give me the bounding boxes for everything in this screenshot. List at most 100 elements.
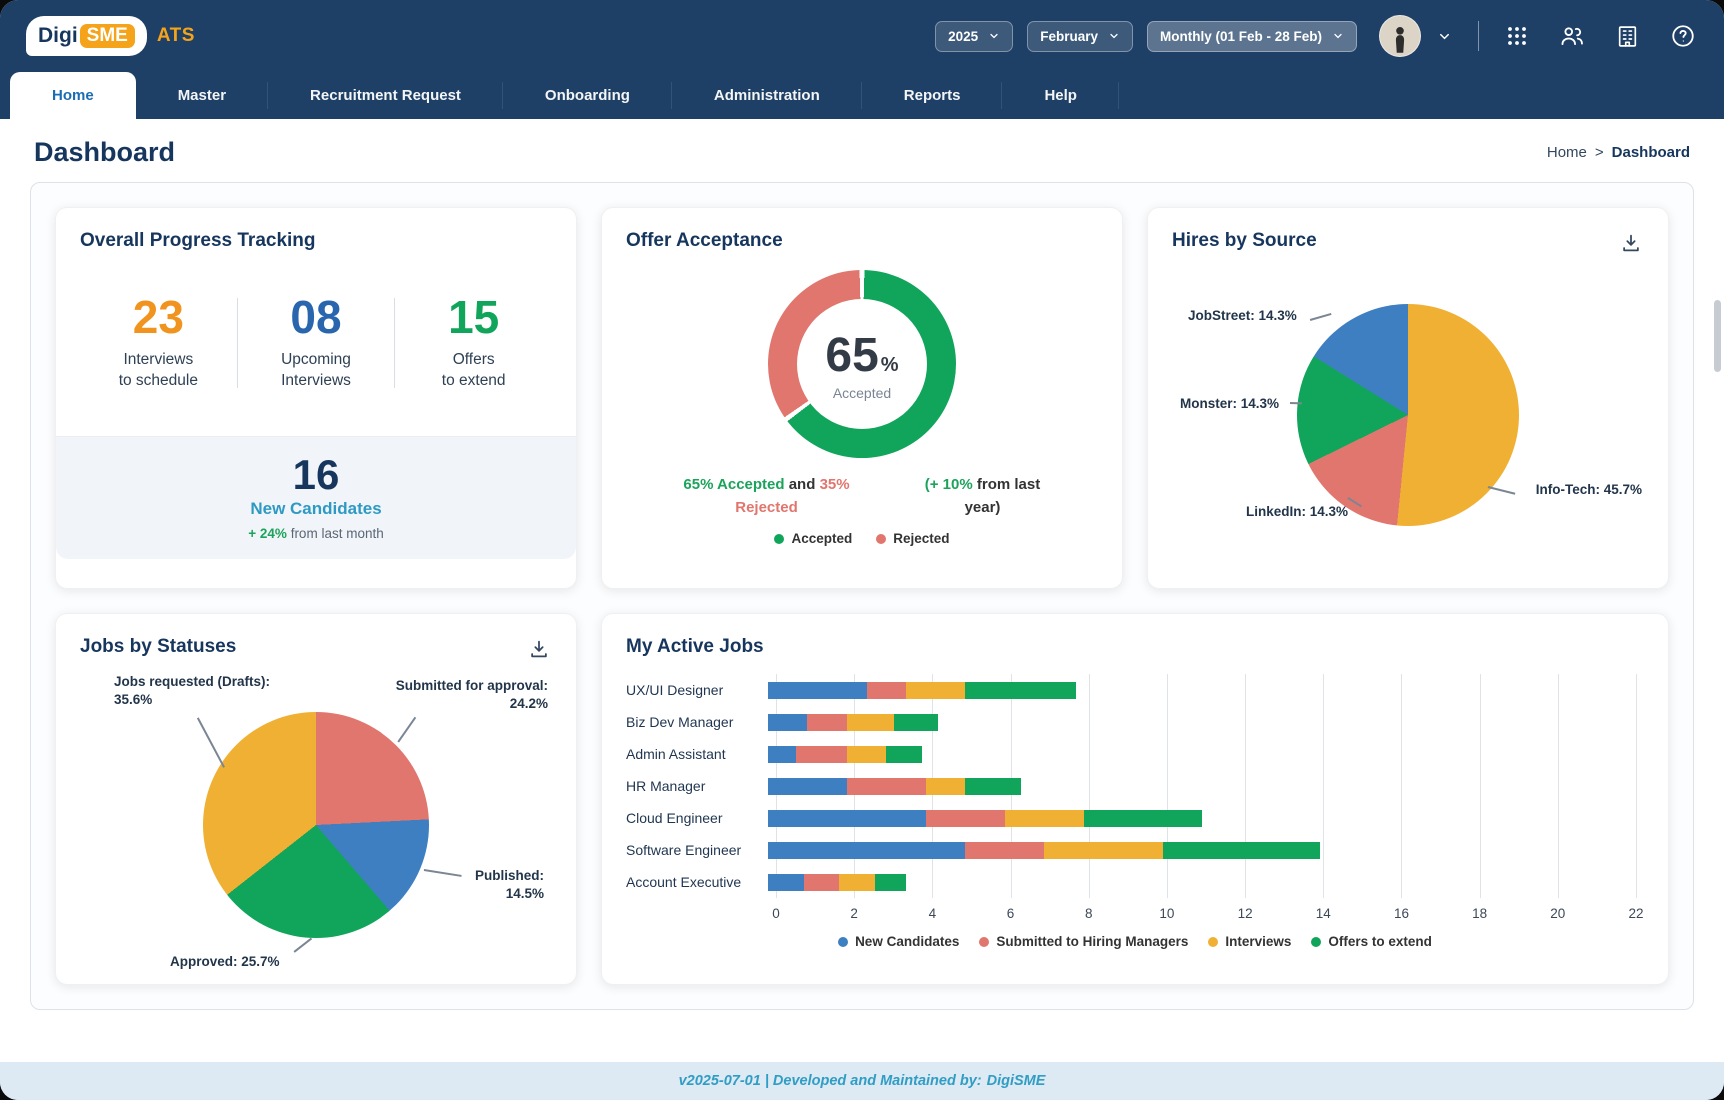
hires-by-source-pie — [1297, 304, 1519, 526]
tab-administration[interactable]: Administration — [672, 72, 862, 119]
pie-callout-monster: Monster: 14.3% — [1180, 395, 1279, 413]
bar-segment — [796, 746, 847, 763]
x-axis-tick: 8 — [1085, 906, 1093, 921]
card-title: Offer Acceptance — [626, 230, 1098, 252]
avatar[interactable] — [1379, 15, 1421, 57]
tab-master[interactable]: Master — [136, 72, 268, 119]
x-axis-tick: 14 — [1316, 906, 1331, 921]
bar-segment — [847, 746, 886, 763]
legend-dot — [876, 534, 886, 544]
logo-digi: Digi — [38, 24, 78, 48]
donut-center: 65 % Accepted — [768, 270, 956, 458]
help-icon[interactable] — [1668, 21, 1698, 51]
bar-segment — [867, 682, 906, 699]
legend-label: Accepted — [791, 531, 852, 546]
bar-chart-x-axis: 0246810121416182022 — [776, 906, 1636, 926]
bar-segment — [768, 842, 965, 859]
x-axis-tick: 16 — [1394, 906, 1409, 921]
bar-segment — [894, 714, 937, 731]
app-window: Digi SME ATS 2025 February Monthly (01 F… — [0, 0, 1724, 1100]
pie-callout-linkedin: LinkedIn: 14.3% — [1246, 503, 1348, 521]
callout-line — [197, 717, 225, 767]
stat-label: Interviews to schedule — [80, 350, 237, 392]
bar-chart-rows: UX/UI DesignerBiz Dev ManagerAdmin Assis… — [626, 674, 1644, 898]
accepted-text: 65% Accepted — [683, 476, 784, 493]
bar-row: Admin Assistant — [626, 738, 1644, 770]
bar-segment — [965, 842, 1044, 859]
jobs-by-statuses-pie — [203, 712, 429, 938]
download-icon[interactable] — [1618, 230, 1644, 259]
bar-segment — [1005, 810, 1084, 827]
bar-segment — [965, 682, 1075, 699]
period-select[interactable]: Monthly (01 Feb - 28 Feb) — [1147, 21, 1357, 52]
bar-segment — [965, 778, 1020, 795]
legend-dot — [1208, 937, 1218, 947]
active-jobs-bar-chart: UX/UI DesignerBiz Dev ManagerAdmin Assis… — [626, 674, 1644, 949]
chevron-down-icon — [1332, 30, 1344, 42]
x-axis-tick: 2 — [850, 906, 858, 921]
callout-line2: 35.6% — [114, 692, 152, 707]
bar-row: UX/UI Designer — [626, 674, 1644, 706]
pie-callout-submitted: Submitted for approval: 24.2% — [396, 677, 548, 713]
chevron-down-icon — [1108, 30, 1120, 42]
offer-summary: 65% Accepted and 35% Rejected (+ 10% fro… — [626, 474, 1098, 519]
legend-dot — [979, 937, 989, 947]
bar-track — [768, 842, 1636, 859]
callout-line1: Published: — [475, 868, 544, 883]
x-axis-tick: 22 — [1628, 906, 1643, 921]
logo-sme: SME — [80, 24, 135, 48]
callout-line1: Submitted for approval: — [396, 678, 548, 693]
app-footer: v2025-07-01 | Developed and Maintained b… — [0, 1062, 1724, 1100]
cards-container: Overall Progress Tracking 23 Interviews … — [30, 182, 1694, 1010]
stat-label: Offers to extend — [395, 350, 552, 392]
brand-logo[interactable]: Digi SME ATS — [26, 16, 195, 56]
bar-segment — [768, 778, 847, 795]
stat-interviews-to-schedule: 23 Interviews to schedule — [80, 294, 237, 392]
legend-label: Rejected — [893, 531, 949, 546]
pie-callout-jobstreet: JobStreet: 14.3% — [1188, 307, 1297, 325]
new-candidates-value: 16 — [66, 453, 566, 497]
delta-text: (+ 10% — [925, 476, 973, 493]
month-select[interactable]: February — [1027, 21, 1133, 52]
bar-row: Biz Dev Manager — [626, 706, 1644, 738]
profile-menu-chevron[interactable] — [1435, 27, 1454, 46]
year-select[interactable]: 2025 — [935, 21, 1013, 52]
stat-value: 08 — [238, 294, 395, 340]
tab-onboarding[interactable]: Onboarding — [503, 72, 672, 119]
callout-line — [294, 938, 312, 953]
organization-icon[interactable] — [1613, 22, 1642, 51]
breadcrumb-home[interactable]: Home — [1547, 144, 1587, 161]
legend-dot — [774, 534, 784, 544]
bar-category-label: Account Executive — [626, 874, 768, 890]
team-icon[interactable] — [1557, 21, 1587, 51]
legend-label: Submitted to Hiring Managers — [996, 934, 1188, 949]
offer-legend: Accepted Rejected — [626, 531, 1098, 546]
tab-reports[interactable]: Reports — [862, 72, 1003, 119]
bar-row: HR Manager — [626, 770, 1644, 802]
statuses-pie-area: Jobs requested (Drafts): 35.6% Submitted… — [80, 669, 552, 969]
stat-value: 15 — [395, 294, 552, 340]
card-jobs-by-statuses: Jobs by Statuses Jobs requested (Drafts)… — [55, 613, 577, 985]
bar-track — [768, 746, 1636, 763]
legend-dot — [838, 937, 848, 947]
scrollbar-thumb[interactable] — [1714, 300, 1721, 372]
stat-label-line1: Offers — [453, 351, 495, 368]
donut-center-unit: % — [881, 354, 899, 377]
top-bar: Digi SME ATS 2025 February Monthly (01 F… — [0, 0, 1724, 72]
x-axis-tick: 10 — [1159, 906, 1174, 921]
download-icon[interactable] — [526, 636, 552, 665]
apps-grid-icon[interactable] — [1503, 22, 1531, 50]
bar-category-label: HR Manager — [626, 778, 768, 794]
callout-line — [397, 717, 415, 742]
tab-help[interactable]: Help — [1002, 72, 1119, 119]
progress-stats: 23 Interviews to schedule 08 Upcoming — [80, 294, 552, 392]
bar-track — [768, 682, 1636, 699]
legend-dot — [1311, 937, 1321, 947]
x-axis-tick: 18 — [1472, 906, 1487, 921]
legend-item: Submitted to Hiring Managers — [979, 934, 1188, 949]
bar-row: Cloud Engineer — [626, 802, 1644, 834]
bar-segment — [886, 746, 922, 763]
bar-segment — [926, 778, 965, 795]
tab-recruitment-request[interactable]: Recruitment Request — [268, 72, 503, 119]
tab-home[interactable]: Home — [10, 72, 136, 119]
